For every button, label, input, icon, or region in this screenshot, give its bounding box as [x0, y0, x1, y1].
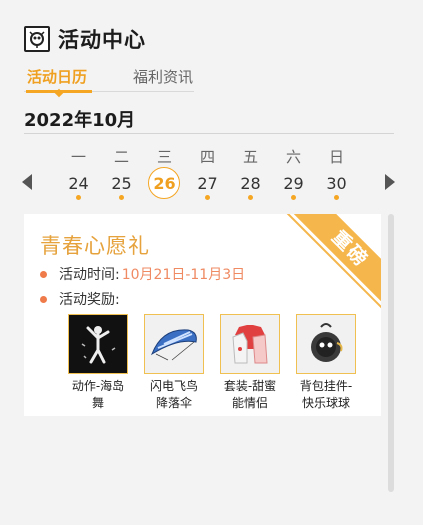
reward-item[interactable]: 背包挂件-快乐球球: [288, 314, 364, 412]
date-number: 27: [197, 174, 218, 193]
weekday-label: 一: [70, 148, 86, 166]
featured-badge: 重磅: [286, 214, 381, 313]
date-number: 29: [283, 174, 304, 193]
bullet-icon: [40, 295, 47, 303]
weekday-label: 日: [328, 148, 344, 166]
date-cell[interactable]: 25: [100, 166, 143, 206]
date-cell-selected[interactable]: 26: [143, 166, 186, 206]
bullet-icon: [40, 270, 47, 278]
weekday-label: 三: [156, 148, 172, 166]
reward-item[interactable]: 套装-甜蜜能情侣: [212, 314, 288, 412]
activity-center-icon: [24, 26, 50, 52]
month-divider: [24, 133, 394, 134]
weekday-label: 四: [199, 148, 215, 166]
date-cell[interactable]: 30: [315, 166, 358, 206]
reward-name: 动作-海岛舞: [71, 379, 125, 410]
date-cell[interactable]: 28: [229, 166, 272, 206]
page-title: 活动中心: [58, 28, 146, 52]
event-title: 青春心愿礼: [40, 234, 150, 258]
scrollbar[interactable]: [388, 214, 394, 492]
weekday-row: 一 二 三 四 五 六 日: [57, 146, 359, 167]
event-list[interactable]: 重磅 青春心愿礼 活动时间: 10月21日-11月3日 活动奖励: 动作-海岛舞: [24, 214, 396, 492]
date-number: 28: [240, 174, 261, 193]
event-dot-icon: [119, 195, 124, 200]
backpack-charm-icon[interactable]: [296, 314, 356, 374]
date-number: 26: [153, 174, 176, 193]
event-time-row: 活动时间: 10月21日-11月3日: [40, 264, 245, 284]
event-dot-icon: [291, 195, 296, 200]
event-reward-label: 活动奖励:: [59, 292, 120, 308]
month-label: 2022年10月: [24, 110, 136, 131]
reward-name: 套装-甜蜜能情侣: [223, 379, 277, 410]
event-dot-icon: [76, 195, 81, 200]
reward-name: 背包挂件-快乐球球: [299, 379, 353, 410]
weekday-label: 二: [113, 148, 129, 166]
reward-item[interactable]: 动作-海岛舞: [60, 314, 136, 412]
dance-emote-icon[interactable]: [68, 314, 128, 374]
date-cell[interactable]: 24: [57, 166, 100, 206]
event-dot-icon: [248, 195, 253, 200]
weekday-label: 五: [242, 148, 258, 166]
parachute-icon[interactable]: [144, 314, 204, 374]
date-number: 24: [68, 174, 89, 193]
date-number: 25: [111, 174, 132, 193]
outfit-icon[interactable]: [220, 314, 280, 374]
event-time-value: 10月21日-11月3日: [121, 267, 246, 283]
tab-activity-calendar[interactable]: 活动日历: [27, 66, 87, 87]
reward-name: 闪电飞鸟降落伞: [149, 379, 198, 410]
date-row: 24 25 26 27 28 29 30: [57, 166, 359, 206]
prev-week-arrow-icon[interactable]: [22, 174, 32, 190]
tab-welfare-news[interactable]: 福利资讯: [133, 66, 193, 87]
event-reward-row: 活动奖励:: [40, 289, 120, 309]
date-cell[interactable]: 27: [186, 166, 229, 206]
reward-item[interactable]: 闪电飞鸟降落伞: [136, 314, 212, 412]
date-number: 30: [326, 174, 347, 193]
date-cell[interactable]: 29: [272, 166, 315, 206]
event-dot-icon: [334, 195, 339, 200]
event-card[interactable]: 重磅 青春心愿礼 活动时间: 10月21日-11月3日 活动奖励: 动作-海岛舞: [24, 214, 381, 416]
header: 活动中心: [24, 24, 146, 54]
reward-list: 动作-海岛舞 闪电飞鸟降落伞 套装-甜蜜能情侣 背包挂件-快乐球球: [60, 314, 372, 412]
weekday-label: 六: [285, 148, 301, 166]
event-time-label: 活动时间:: [59, 267, 120, 283]
next-week-arrow-icon[interactable]: [385, 174, 395, 190]
event-dot-icon: [205, 195, 210, 200]
tab-bar: 活动日历 福利资讯: [24, 66, 194, 98]
